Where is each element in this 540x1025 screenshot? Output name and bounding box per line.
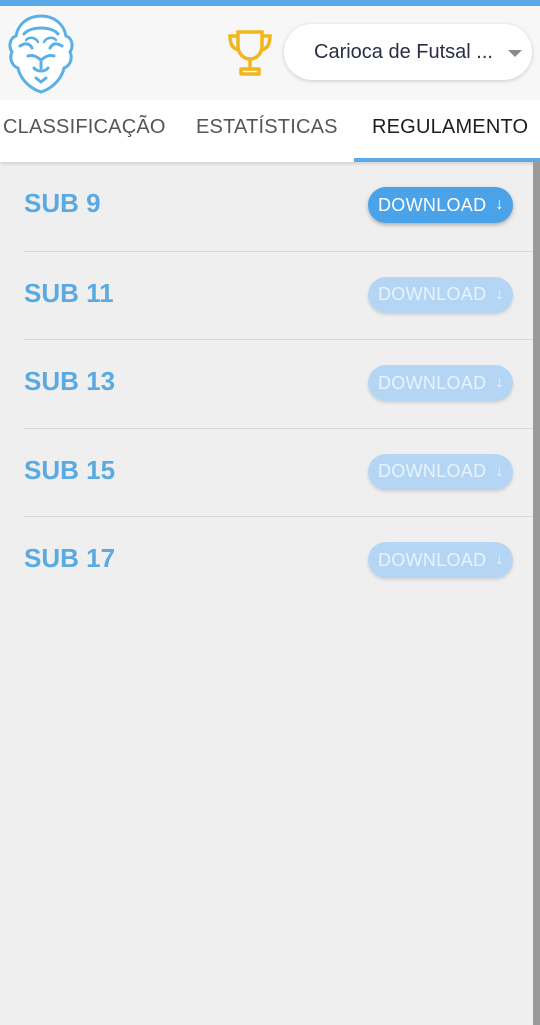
lion-logo-icon[interactable]: [6, 12, 76, 94]
download-button-label: DOWNLOAD: [378, 284, 487, 304]
regulation-list: SUB 9 DOWNLOAD ↓ SUB 11 DOWNLOAD ↓ SUB 1…: [0, 162, 533, 605]
tab-bar: CLASSIFICAÇÃO ESTATÍSTICAS REGULAMENTO: [0, 100, 540, 162]
category-title: SUB 11: [24, 277, 114, 308]
trophy-icon: [228, 30, 272, 76]
download-button[interactable]: DOWNLOAD ↓: [368, 542, 513, 578]
category-title: SUB 17: [24, 543, 116, 573]
category-title: SUB 9: [24, 188, 101, 218]
download-button-label: DOWNLOAD: [378, 194, 487, 215]
download-button[interactable]: DOWNLOAD ↓: [368, 276, 513, 313]
scrollbar[interactable]: [533, 162, 540, 1025]
category-title: SUB 15: [24, 454, 116, 485]
competition-select-value: Carioca de Futsal ...: [314, 40, 493, 63]
list-item: SUB 9 DOWNLOAD ↓: [24, 162, 533, 251]
caret-down-icon: [508, 50, 522, 57]
tab-regulamento[interactable]: REGULAMENTO: [354, 100, 540, 162]
download-arrow-icon: ↓: [495, 196, 504, 213]
list-item: SUB 15 DOWNLOAD ↓: [24, 427, 533, 517]
download-arrow-icon: ↓: [495, 374, 504, 391]
list-item: SUB 13 DOWNLOAD ↓: [24, 339, 533, 428]
app-screen: Carioca de Futsal ... CLASSIFICAÇÃO ESTA…: [0, 0, 540, 1025]
download-button-label: DOWNLOAD: [378, 372, 487, 393]
download-button[interactable]: DOWNLOAD ↓: [368, 365, 513, 401]
download-button[interactable]: DOWNLOAD ↓: [368, 187, 513, 223]
download-arrow-icon: ↓: [495, 462, 504, 480]
header: Carioca de Futsal ...: [0, 6, 540, 100]
competition-select[interactable]: Carioca de Futsal ...: [284, 24, 532, 80]
download-arrow-icon: ↓: [495, 551, 504, 568]
category-title: SUB 13: [24, 366, 116, 396]
download-arrow-icon: ↓: [495, 285, 504, 303]
download-button-label: DOWNLOAD: [378, 461, 487, 481]
list-item: SUB 11 DOWNLOAD ↓: [24, 250, 533, 340]
tab-estatisticas[interactable]: ESTATÍSTICAS: [196, 100, 338, 162]
tab-classificacao[interactable]: CLASSIFICAÇÃO: [3, 100, 166, 162]
download-button-label: DOWNLOAD: [378, 549, 487, 570]
list-item: SUB 17 DOWNLOAD ↓: [24, 516, 533, 605]
download-button[interactable]: DOWNLOAD ↓: [368, 453, 513, 490]
